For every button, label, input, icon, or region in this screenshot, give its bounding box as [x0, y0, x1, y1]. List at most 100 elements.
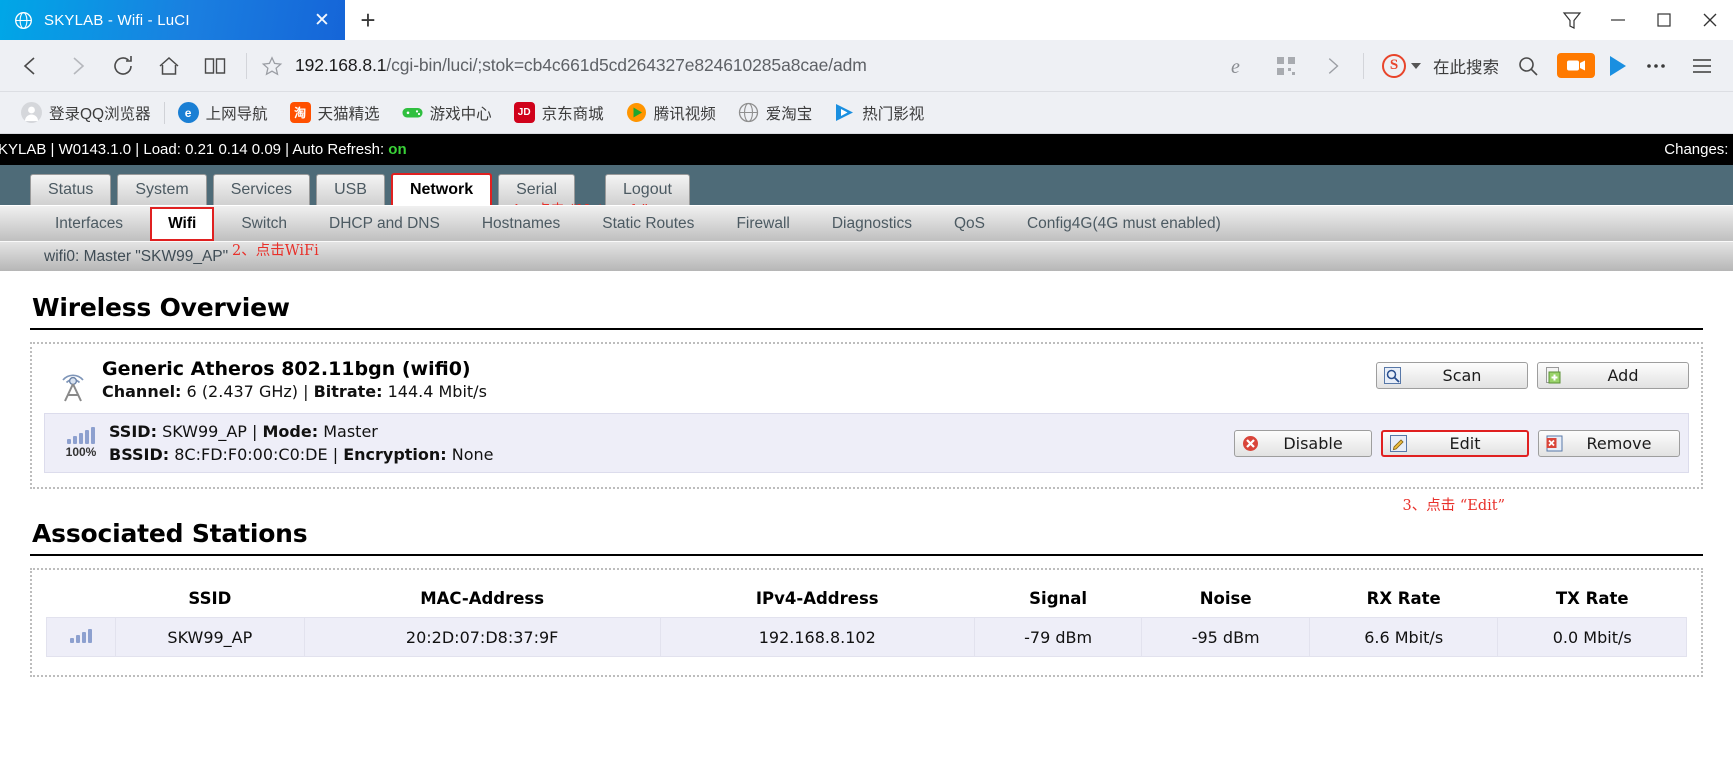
col-rx-rate: RX Rate: [1309, 580, 1498, 618]
radio-device-details: Channel: 6 (2.437 GHz) | Bitrate: 144.4 …: [102, 382, 1376, 401]
sogou-icon: S: [1382, 54, 1406, 78]
bookmark-divider: [164, 102, 165, 124]
luci-page: SKYLAB | W0143.1.0 | Load: 0.21 0.14 0.0…: [0, 134, 1733, 677]
bookmark-label: 腾讯视频: [654, 102, 716, 124]
edit-button[interactable]: Edit: [1381, 430, 1529, 457]
globe-icon: [738, 102, 759, 123]
browser-tab-title: SKYLAB - Wifi - LuCI: [44, 12, 309, 29]
bssid-value: 8C:FD:F0:00:C0:DE: [174, 445, 327, 464]
menu-hamburger-icon[interactable]: [1679, 43, 1725, 89]
browser-tab-active[interactable]: SKYLAB - Wifi - LuCI ✕: [0, 0, 345, 40]
bookmark-item-tmall[interactable]: 淘 天猫精选: [279, 92, 391, 134]
scan-button[interactable]: Scan: [1376, 362, 1528, 389]
search-engine-selector[interactable]: S: [1372, 54, 1427, 78]
signal-strength-indicator: 100%: [53, 428, 109, 459]
device-sub-nav-label[interactable]: wifi0: Master "SKW99_AP": [44, 248, 228, 266]
add-button-label: Add: [1572, 366, 1674, 385]
bookmark-item-gamecenter[interactable]: 游戏中心: [391, 92, 503, 134]
ie-mode-icon[interactable]: e: [1217, 43, 1263, 89]
subtab-qos[interactable]: QoS: [933, 206, 1006, 242]
mode-label: Mode:: [263, 422, 319, 441]
search-icon[interactable]: [1505, 43, 1551, 89]
disable-button[interactable]: Disable: [1234, 430, 1372, 457]
changes-counter[interactable]: Changes: 0: [1664, 141, 1733, 158]
close-tab-icon[interactable]: ✕: [309, 7, 335, 33]
edit-icon: [1389, 434, 1407, 452]
add-button[interactable]: Add: [1537, 362, 1689, 389]
subtab-diagnostics[interactable]: Diagnostics: [811, 206, 933, 242]
screen-recorder-button[interactable]: [1557, 53, 1595, 78]
back-icon[interactable]: [8, 43, 54, 89]
bookmark-label: 爱淘宝: [766, 102, 813, 124]
bookmark-label: 登录QQ浏览器: [49, 102, 151, 124]
luci-content: Wireless Overview: [0, 271, 1733, 677]
cell-mac: 20:2D:07:D8:37:9F: [304, 618, 660, 657]
home-icon[interactable]: [146, 43, 192, 89]
globe-favicon-icon: [14, 11, 33, 30]
more-options-icon[interactable]: [1633, 43, 1679, 89]
tab-system[interactable]: System: [117, 174, 206, 206]
ie-icon: e: [178, 102, 199, 123]
subtab-hostnames[interactable]: Hostnames: [461, 206, 581, 242]
forward-icon[interactable]: [54, 43, 100, 89]
maximize-button[interactable]: [1641, 0, 1687, 40]
subtab-wifi[interactable]: Wifi: [150, 207, 214, 241]
search-input[interactable]: 在此搜索: [1427, 54, 1505, 78]
line-separator: |: [252, 422, 257, 441]
subtab-static-routes[interactable]: Static Routes: [581, 206, 715, 242]
toolbar-divider: [246, 53, 247, 79]
col-icon: [47, 580, 116, 618]
cell-noise: -95 dBm: [1142, 618, 1310, 657]
svg-text:e: e: [1231, 56, 1240, 78]
collections-icon[interactable]: [1549, 0, 1595, 40]
subtab-interfaces[interactable]: Interfaces: [34, 206, 144, 242]
col-ipv4: IPv4-Address: [660, 580, 974, 618]
new-tab-button[interactable]: +: [345, 0, 391, 40]
bitrate-value: 144.4 Mbit/s: [388, 382, 487, 401]
bookmark-item-navigation[interactable]: e 上网导航: [167, 92, 279, 134]
ssid-line: SSID: SKW99_AP | Mode: Master: [109, 420, 1234, 443]
col-ssid: SSID: [116, 580, 305, 618]
expand-chevron-icon[interactable]: [1309, 43, 1355, 89]
minimize-button[interactable]: [1595, 0, 1641, 40]
bssid-label: BSSID:: [109, 445, 169, 464]
bookmark-star-icon[interactable]: [255, 55, 289, 77]
col-mac: MAC-Address: [304, 580, 660, 618]
mode-value: Master: [323, 422, 378, 441]
bookmark-item-itaobao[interactable]: 爱淘宝: [727, 92, 824, 134]
reload-icon[interactable]: [100, 43, 146, 89]
bookmark-item-tencent-video[interactable]: 腾讯视频: [615, 92, 727, 134]
address-bar-url[interactable]: 192.168.8.1/cgi-bin/luci/;stok=cb4c661d5…: [289, 55, 1217, 76]
wireless-overview-heading: Wireless Overview: [30, 271, 1703, 330]
auto-refresh-value[interactable]: on: [388, 141, 406, 158]
tab-status[interactable]: Status: [30, 174, 111, 206]
remove-button[interactable]: Remove: [1538, 430, 1680, 457]
reading-list-icon[interactable]: [192, 43, 238, 89]
close-window-button[interactable]: [1687, 0, 1733, 40]
bookmark-label: 游戏中心: [430, 102, 492, 124]
bookmarks-bar: 登录QQ浏览器 e 上网导航 淘 天猫精选 游戏中心 JD 京东商城 腾讯视频: [0, 92, 1733, 134]
tab-network[interactable]: Network: [391, 173, 492, 206]
subtab-dhcp-dns[interactable]: DHCP and DNS: [308, 206, 461, 242]
chevron-down-icon[interactable]: [1411, 63, 1421, 69]
tab-services[interactable]: Services: [213, 174, 310, 206]
tab-usb[interactable]: USB: [316, 174, 385, 206]
scan-icon: [1383, 367, 1401, 385]
bookmark-item-jd[interactable]: JD 京东商城: [503, 92, 615, 134]
subtab-firewall[interactable]: Firewall: [715, 206, 810, 242]
ssid-label: SSID:: [109, 422, 157, 441]
status-text: SKYLAB | W0143.1.0 | Load: 0.21 0.14 0.0…: [0, 141, 384, 158]
bookmark-item-qq-login[interactable]: 登录QQ浏览器: [10, 92, 162, 134]
wifi-interface-info: SSID: SKW99_AP | Mode: Master BSSID: 8C:…: [109, 420, 1234, 466]
address-bar[interactable]: 192.168.8.1/cgi-bin/luci/;stok=cb4c661d5…: [255, 43, 1217, 89]
bookmark-item-hot-movies[interactable]: 热门影视: [823, 92, 935, 134]
subtab-switch[interactable]: Switch: [220, 206, 308, 242]
video-play-icon[interactable]: [1601, 51, 1633, 81]
play-icon: [626, 102, 647, 123]
qrcode-icon[interactable]: [1263, 43, 1309, 89]
table-row: SKW99_AP 20:2D:07:D8:37:9F 192.168.8.102…: [47, 618, 1687, 657]
jd-icon: JD: [514, 102, 535, 123]
encryption-label: Encryption:: [343, 445, 447, 464]
subtab-config4g[interactable]: Config4G(4G must enabled): [1006, 206, 1242, 242]
edit-button-label: Edit: [1417, 434, 1513, 453]
